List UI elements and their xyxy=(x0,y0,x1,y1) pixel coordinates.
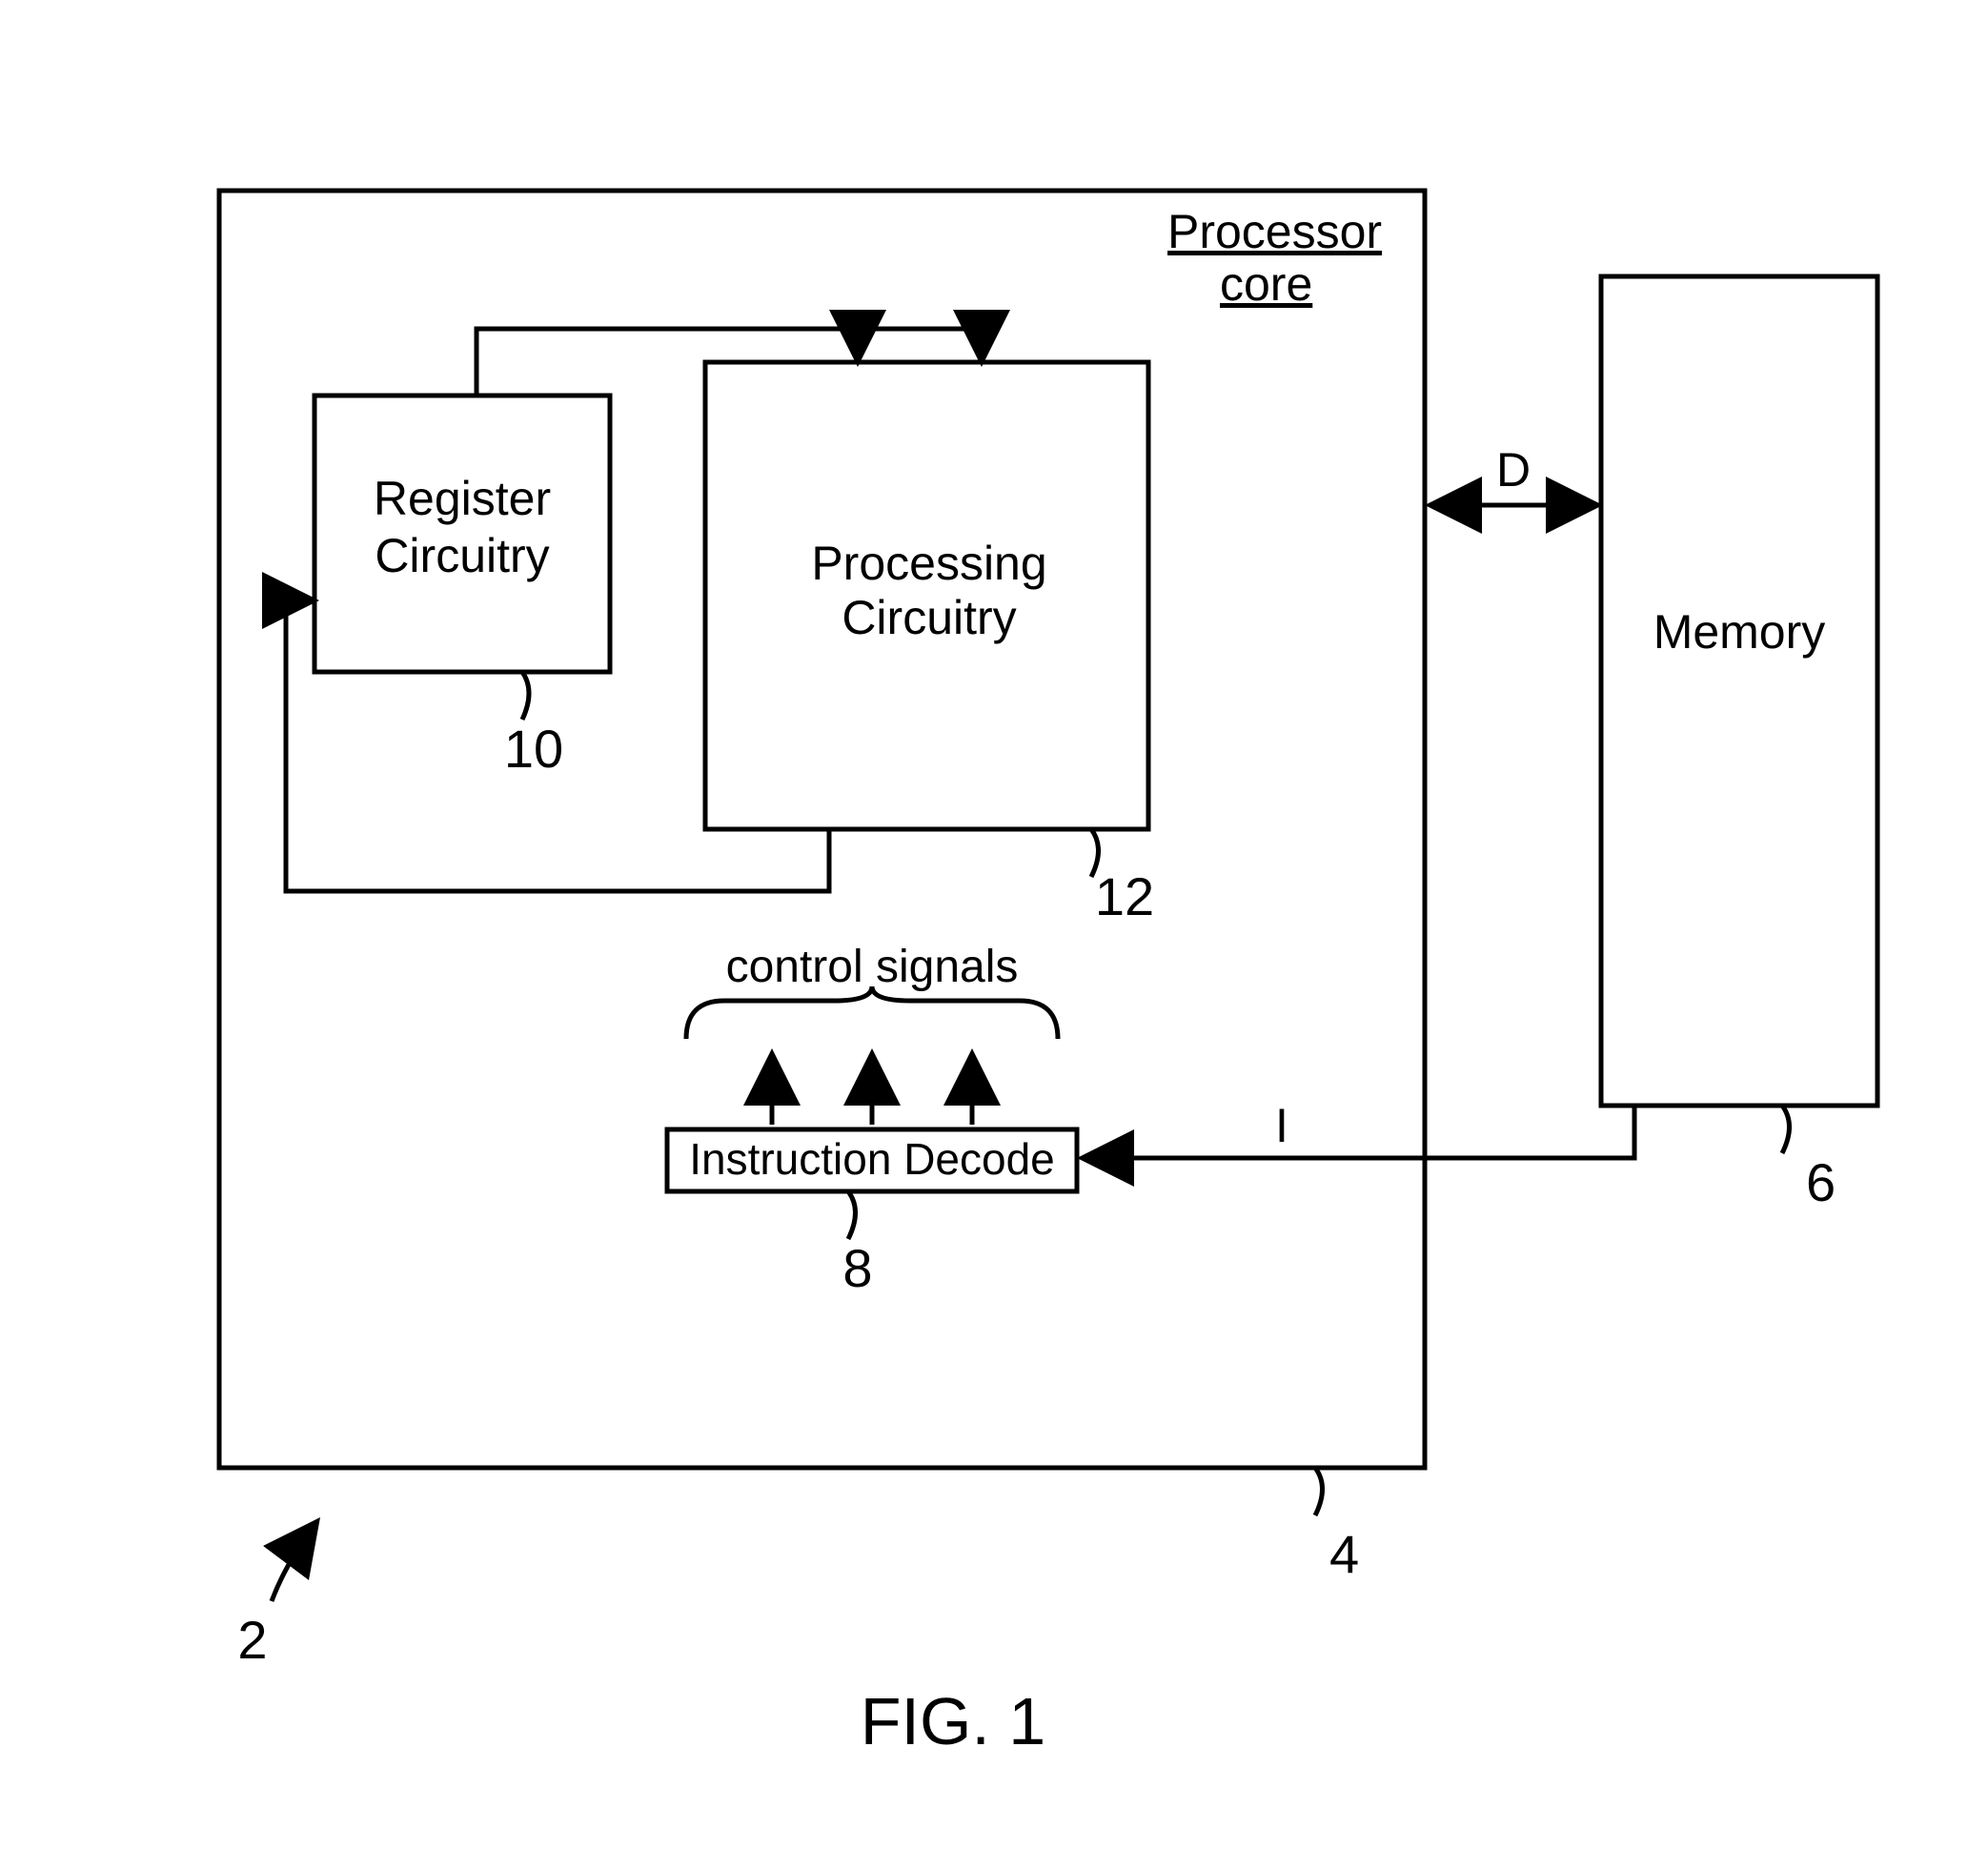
register-circuitry-label-line2: Circuitry xyxy=(375,529,549,582)
processor-core-label-line1: Processor xyxy=(1167,205,1382,258)
curly-brace xyxy=(686,986,1058,1039)
ref-processing-number: 12 xyxy=(1095,866,1154,926)
memory-label: Memory xyxy=(1653,605,1826,659)
processor-core-label-line2: core xyxy=(1220,257,1312,311)
instruction-decode-label: Instruction Decode xyxy=(689,1134,1055,1184)
ref-memory-number: 6 xyxy=(1806,1152,1836,1212)
control-signals-label: control signals xyxy=(726,942,1019,992)
ref-register-number: 10 xyxy=(504,719,563,779)
diagram-svg: Processor core Register Circuitry Proces… xyxy=(0,0,1988,1869)
ref-tick-memory xyxy=(1782,1106,1790,1153)
ref-decode-number: 8 xyxy=(842,1238,872,1298)
figure-label: FIG. 1 xyxy=(861,1684,1045,1758)
data-bus-label: D xyxy=(1496,443,1531,497)
processing-circuitry-label-line1: Processing xyxy=(811,537,1046,590)
memory-box xyxy=(1601,276,1877,1106)
ref-system-number: 2 xyxy=(237,1610,267,1670)
ref-core-number: 4 xyxy=(1329,1524,1359,1584)
ref-tick-decode xyxy=(848,1191,856,1239)
ref-tick-core xyxy=(1315,1468,1323,1515)
register-circuitry-label-line1: Register xyxy=(374,472,551,525)
ref-tick-register xyxy=(522,672,529,720)
instruction-bus-label: I xyxy=(1275,1099,1288,1152)
ref-system-arrow xyxy=(272,1525,314,1601)
processing-circuitry-label-line2: Circuitry xyxy=(842,591,1016,644)
